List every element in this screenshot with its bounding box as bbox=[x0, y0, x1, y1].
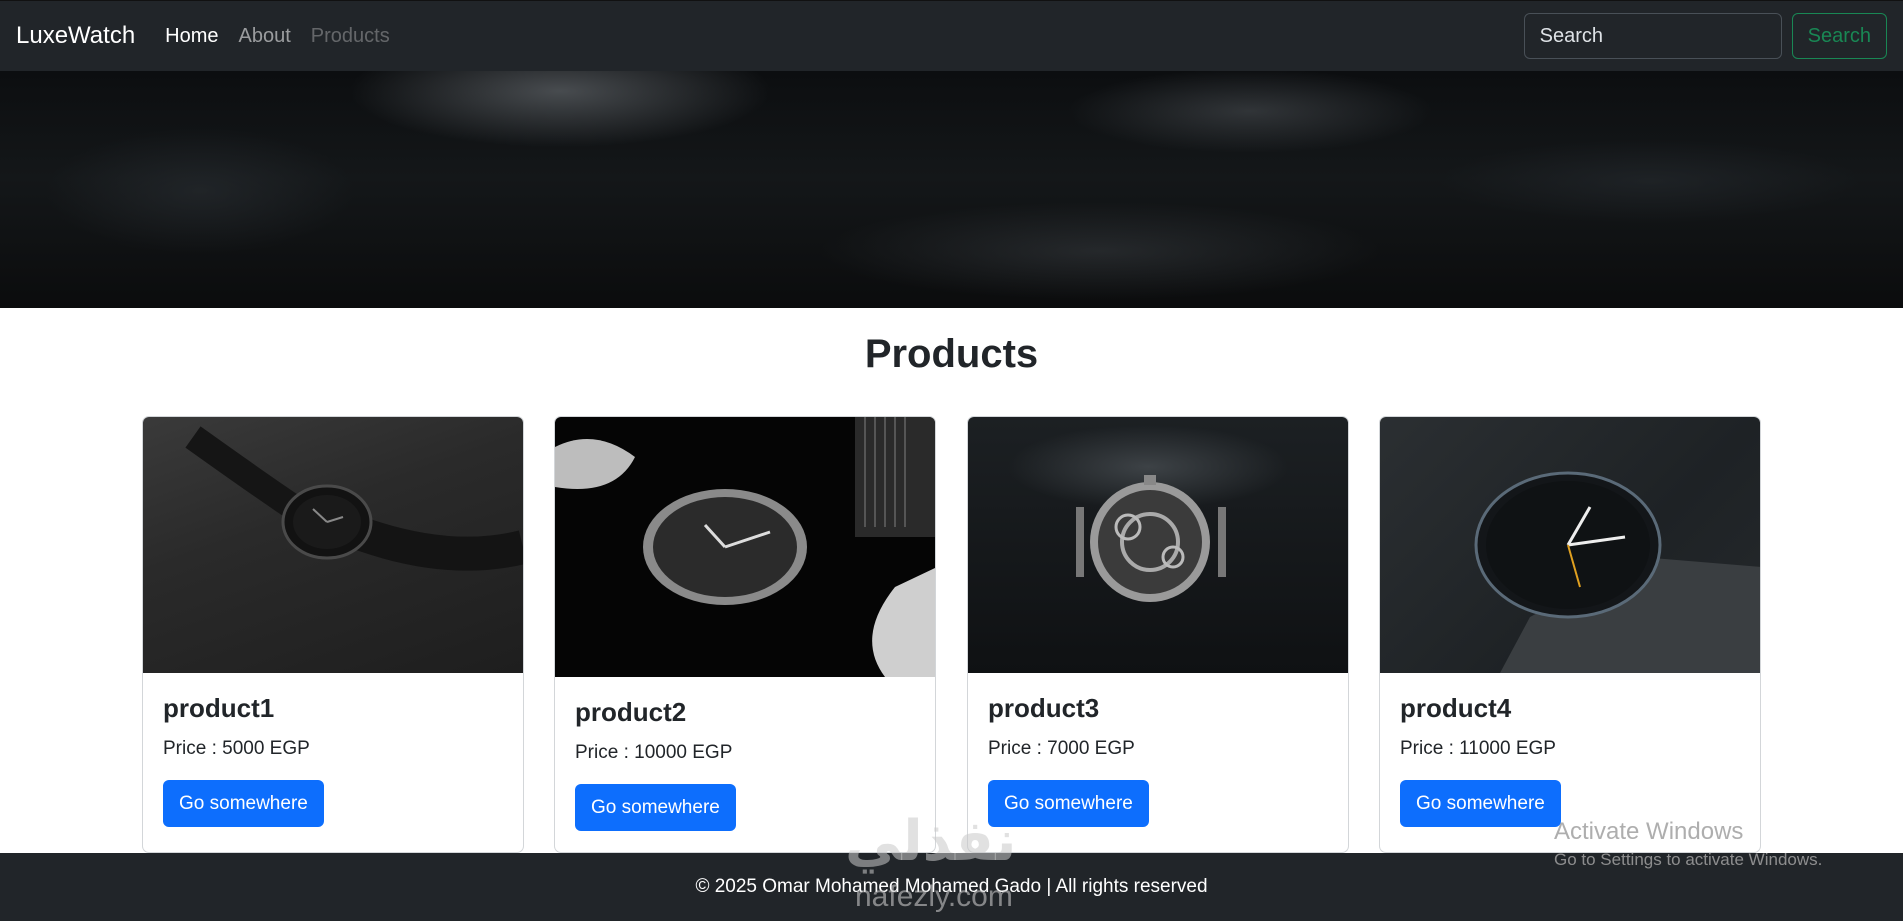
watch-image bbox=[968, 417, 1348, 673]
search-input[interactable] bbox=[1523, 13, 1782, 59]
brand-logo[interactable]: LuxeWatch bbox=[16, 22, 135, 50]
navbar: LuxeWatch Home About Products Search bbox=[0, 0, 1903, 71]
product-card: product2 Price : 10000 EGP Go somewhere bbox=[554, 416, 936, 853]
page-title: Products bbox=[864, 332, 1039, 376]
watermark-logo: نفذلي bbox=[845, 809, 1017, 872]
product-card: product4 Price : 11000 EGP Go somewhere bbox=[1379, 416, 1761, 853]
activate-windows-notice: Activate Windows Go to Settings to activ… bbox=[1554, 818, 1822, 870]
card-price: Price : 5000 EGP bbox=[163, 738, 310, 759]
activate-subtitle: Go to Settings to activate Windows. bbox=[1554, 850, 1823, 869]
card-title: product2 bbox=[575, 697, 687, 727]
product-card: product3 Price : 7000 EGP Go somewhere bbox=[967, 416, 1349, 853]
card-price: Price : 11000 EGP bbox=[1400, 738, 1556, 759]
watermark-site: nafezly.com bbox=[855, 880, 1013, 913]
watch-image bbox=[143, 417, 523, 673]
card-title: product3 bbox=[988, 693, 1100, 723]
search-button[interactable]: Search bbox=[1791, 13, 1887, 59]
go-somewhere-button[interactable]: Go somewhere bbox=[575, 784, 736, 831]
nav-link-about[interactable]: About bbox=[239, 25, 291, 48]
card-price: Price : 7000 EGP bbox=[988, 738, 1135, 759]
go-somewhere-button[interactable]: Go somewhere bbox=[163, 780, 324, 827]
nav-link-home[interactable]: Home bbox=[165, 25, 218, 48]
card-title: product1 bbox=[163, 693, 275, 723]
card-title: product4 bbox=[1400, 693, 1512, 723]
watch-image bbox=[1380, 417, 1760, 673]
activate-title: Activate Windows bbox=[1554, 818, 1744, 845]
product-card: product1 Price : 5000 EGP Go somewhere bbox=[142, 416, 524, 853]
go-somewhere-button[interactable]: Go somewhere bbox=[1400, 780, 1561, 827]
watch-image bbox=[555, 417, 935, 677]
hero-banner bbox=[0, 71, 1903, 308]
card-price: Price : 10000 EGP bbox=[575, 742, 733, 763]
nav-link-products[interactable]: Products bbox=[311, 25, 390, 48]
